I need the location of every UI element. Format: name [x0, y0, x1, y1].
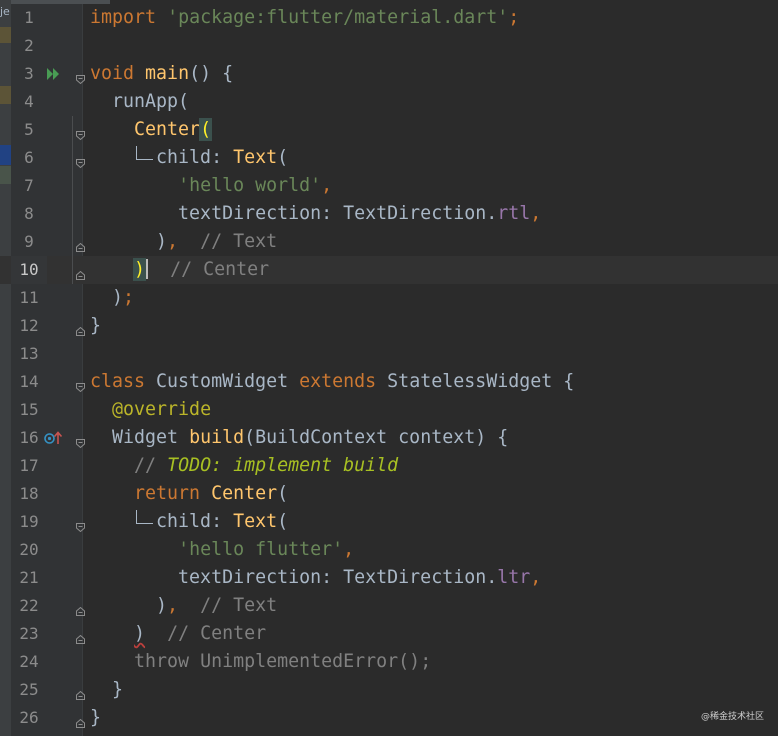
watermark: @稀金技术社区: [700, 712, 764, 722]
code-line[interactable]: 17 // TODO: implement build: [0, 452, 778, 480]
code-line[interactable]: 23 ) // Center: [0, 620, 778, 648]
code-text[interactable]: }: [90, 676, 123, 704]
tree-connector: [136, 523, 153, 524]
tree-connector: [136, 159, 153, 160]
line-number: 19: [19, 512, 39, 531]
override-icon[interactable]: [44, 430, 64, 446]
line-number: 15: [19, 400, 39, 419]
line-number: 13: [19, 344, 39, 363]
code-line[interactable]: 25 }: [0, 676, 778, 704]
code-line[interactable]: 4 runApp(: [0, 88, 778, 116]
code-line[interactable]: 18 return Center(: [0, 480, 778, 508]
indent-guide: [72, 116, 73, 284]
fold-close-icon[interactable]: [76, 321, 85, 336]
line-number: 1: [24, 8, 34, 27]
code-text[interactable]: void main() {: [90, 60, 233, 88]
code-text[interactable]: Center(: [90, 116, 213, 144]
code-text[interactable]: ) // Center: [90, 620, 266, 648]
line-number: 26: [19, 708, 39, 727]
line-number: 18: [19, 484, 39, 503]
run-icon[interactable]: [46, 66, 62, 82]
line-number: 21: [19, 568, 39, 587]
code-line[interactable]: 14 class CustomWidget extends StatelessWi…: [0, 368, 778, 396]
code-line[interactable]: 22 ), // Text: [0, 592, 778, 620]
fold-open-icon[interactable]: [76, 125, 85, 141]
fold-open-icon[interactable]: [76, 377, 85, 393]
line-number: 20: [19, 540, 39, 559]
code-text[interactable]: textDirection: TextDirection.ltr,: [90, 564, 541, 592]
line-number: 8: [24, 204, 34, 223]
code-text[interactable]: 'hello flutter',: [90, 536, 354, 564]
code-text[interactable]: 'hello world',: [90, 172, 332, 200]
code-text[interactable]: child: Text(: [90, 144, 288, 172]
code-text[interactable]: );: [90, 284, 134, 312]
code-line[interactable]: 1 import 'package:flutter/material.dart';: [0, 4, 778, 32]
code-text[interactable]: ), // Text: [90, 592, 277, 620]
code-line[interactable]: 20 'hello flutter',: [0, 536, 778, 564]
code-line[interactable]: 13: [0, 340, 778, 368]
code-text[interactable]: Widget build(BuildContext context) {: [90, 424, 508, 452]
code-line[interactable]: 15 @override: [0, 396, 778, 424]
code-editor[interactable]: je 1 import 'package:flutter/material.dar…: [0, 0, 778, 736]
code-text[interactable]: class CustomWidget extends StatelessWidg…: [90, 368, 574, 396]
code-text[interactable]: return Center(: [90, 480, 288, 508]
line-number: 23: [19, 624, 39, 643]
line-number: 17: [19, 456, 39, 475]
code-line[interactable]: 26}: [0, 704, 778, 732]
code-text[interactable]: ) // Center: [90, 256, 269, 284]
code-text[interactable]: runApp(: [90, 88, 189, 116]
code-line[interactable]: 16 Widget build(BuildContext context) {: [0, 424, 778, 452]
tree-connector: [136, 510, 137, 523]
code-line[interactable]: 7 'hello world',: [0, 172, 778, 200]
fold-open-icon[interactable]: [76, 153, 85, 169]
line-number: 2: [24, 36, 34, 55]
line-number: 10: [11, 256, 47, 284]
code-line[interactable]: 8 textDirection: TextDirection.rtl,: [0, 200, 778, 228]
code-line[interactable]: 9 ), // Text: [0, 228, 778, 256]
fold-open-icon[interactable]: [76, 517, 85, 533]
fold-close-icon[interactable]: [76, 265, 85, 280]
code-line[interactable]: 3 void main() {: [0, 60, 778, 88]
fold-close-icon[interactable]: [76, 237, 85, 252]
code-line[interactable]: 11 );: [0, 284, 778, 312]
code-line[interactable]: 10 ) // Center: [0, 256, 778, 284]
line-number: 6: [24, 148, 34, 167]
code-text[interactable]: @override: [90, 396, 211, 424]
line-number: 14: [19, 372, 39, 391]
line-number: 4: [24, 92, 34, 111]
code-text[interactable]: }: [90, 704, 101, 732]
fold-open-icon[interactable]: [76, 69, 85, 85]
code-line[interactable]: 21 textDirection: TextDirection.ltr,: [0, 564, 778, 592]
line-number: 3: [24, 64, 34, 83]
code-line[interactable]: 6 child: Text(: [0, 144, 778, 172]
code-line[interactable]: 12}: [0, 312, 778, 340]
fold-close-icon[interactable]: [76, 601, 85, 616]
line-number: 12: [19, 316, 39, 335]
code-line[interactable]: 19 child: Text(: [0, 508, 778, 536]
line-number: 24: [19, 652, 39, 671]
code-text[interactable]: }: [90, 312, 101, 340]
fold-close-icon[interactable]: [76, 713, 85, 728]
line-number: 22: [19, 596, 39, 615]
code-text[interactable]: import 'package:flutter/material.dart';: [90, 4, 519, 32]
line-number: 7: [24, 176, 34, 195]
line-number: 25: [19, 680, 39, 699]
code-text[interactable]: ), // Text: [90, 228, 277, 256]
code-line[interactable]: 2: [0, 32, 778, 60]
code-line[interactable]: 24 throw UnimplementedError();: [0, 648, 778, 676]
code-text[interactable]: child: Text(: [90, 508, 288, 536]
code-text[interactable]: textDirection: TextDirection.rtl,: [90, 200, 541, 228]
fold-close-icon[interactable]: [76, 685, 85, 700]
line-number: 16: [19, 428, 39, 447]
line-number: 9: [24, 232, 34, 251]
line-number: 11: [19, 288, 39, 307]
code-line[interactable]: 5 Center(: [0, 116, 778, 144]
fold-close-icon[interactable]: [76, 629, 85, 644]
line-number: 5: [24, 120, 34, 139]
code-text[interactable]: // TODO: implement build: [90, 452, 398, 480]
code-text[interactable]: throw UnimplementedError();: [90, 648, 431, 676]
fold-open-icon[interactable]: [76, 433, 85, 449]
tree-connector: [136, 146, 137, 159]
